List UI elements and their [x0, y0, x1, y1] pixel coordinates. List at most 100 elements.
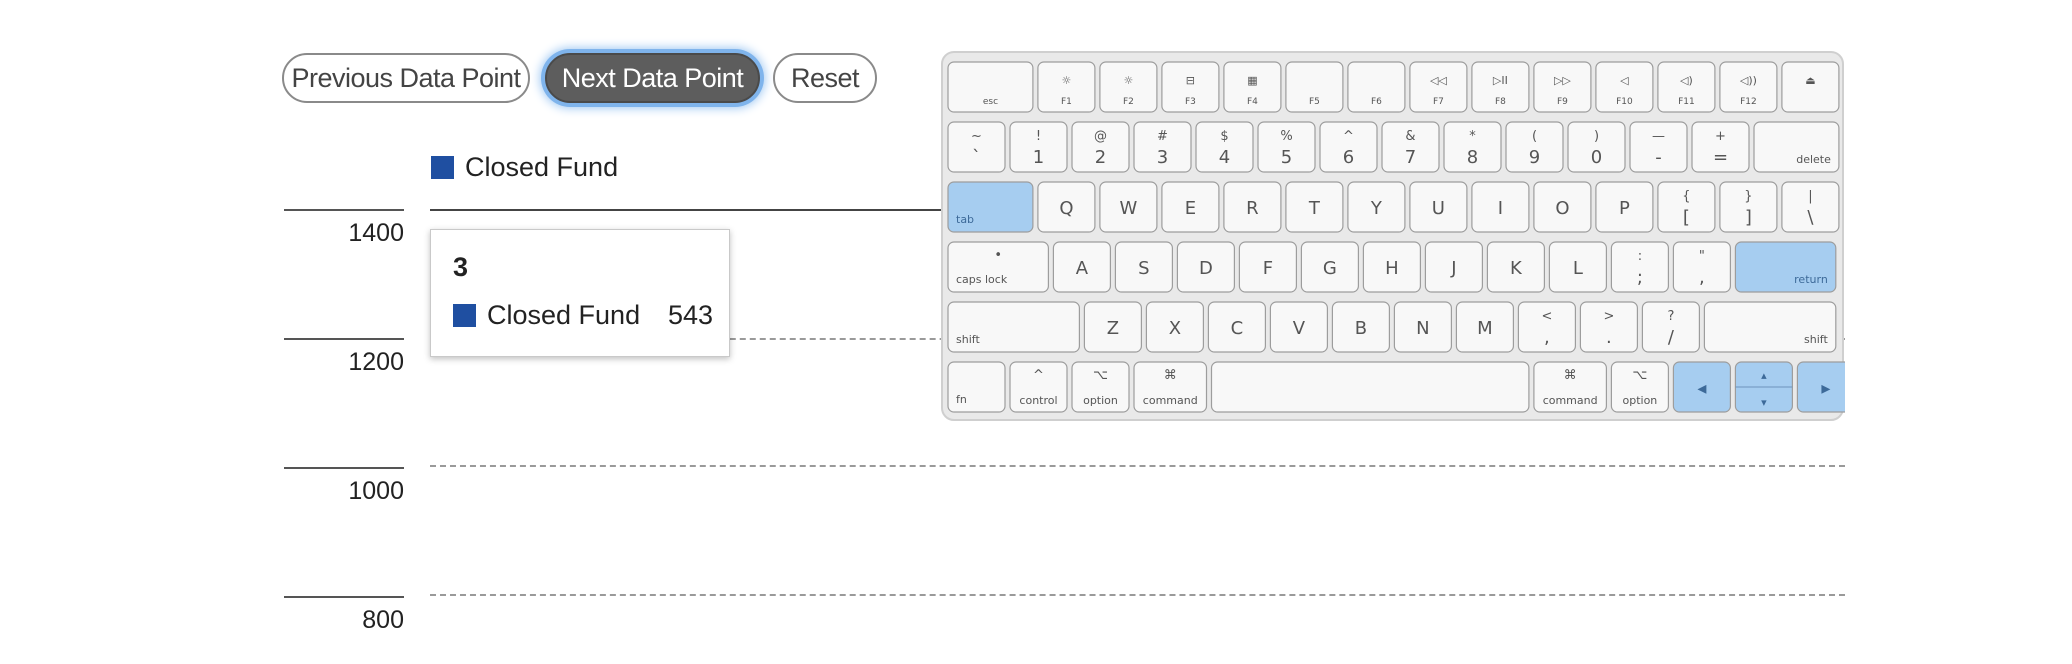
key-label: \ [1807, 207, 1814, 228]
key-label: return [1794, 273, 1828, 286]
key-symbol: ◁ [1620, 74, 1629, 87]
key-label: command [1143, 394, 1198, 407]
keyboard-key: R [1223, 181, 1282, 233]
keyboard-key: ⌘ command [1133, 361, 1208, 413]
keyboard-key: ▦ F4 [1223, 61, 1282, 113]
key-symbol: & [1405, 129, 1415, 144]
key-symbol: > [1603, 309, 1614, 324]
keyboard-key: Y [1347, 181, 1406, 233]
previous-data-point-button[interactable]: Previous Data Point [282, 53, 530, 103]
tooltip-title: 3 [453, 252, 469, 282]
keyboard-key: U [1409, 181, 1468, 233]
key-symbol: ☼ [1061, 74, 1071, 87]
keyboard-key: ◁ F10 [1595, 61, 1654, 113]
keyboard-key: I [1471, 181, 1530, 233]
key-symbol: # [1157, 129, 1168, 144]
keyboard-key: |\ [1781, 181, 1840, 233]
key-label: X [1169, 318, 1181, 339]
key-label: E [1185, 198, 1196, 219]
keyboard-key: C [1207, 301, 1266, 353]
key-label: F6 [1371, 97, 1382, 107]
key-symbol: ▷▷ [1554, 74, 1571, 87]
key-label: 5 [1281, 147, 1292, 168]
key-symbol: " [1699, 249, 1705, 264]
legend-label: Closed Fund [465, 152, 619, 182]
y-tick [284, 338, 404, 340]
keyboard-key: &7 [1381, 121, 1440, 173]
tooltip-value: 543 [667, 300, 713, 330]
key-label: 2 [1095, 147, 1106, 168]
keyboard-key: ◁)) F12 [1719, 61, 1778, 113]
keyboard-key: ▴▾ [1734, 361, 1794, 413]
keyboard-key: S [1114, 241, 1173, 293]
keyboard-key: W [1099, 181, 1158, 233]
key-label: 0 [1591, 147, 1602, 168]
top-gridline [430, 209, 945, 211]
keyboard-key: ?/ [1641, 301, 1701, 353]
keyboard-key: tab [947, 181, 1034, 233]
keyboard-key: ⊟ F3 [1161, 61, 1220, 113]
keyboard-key: T [1285, 181, 1344, 233]
keyboard-key: ◂ [1672, 361, 1732, 413]
key-symbol: ◁)) [1740, 74, 1757, 87]
keyboard-key: %5 [1257, 121, 1316, 173]
chart-legend: Closed Fund [431, 152, 618, 183]
tooltip-series-label: Closed Fund [487, 300, 641, 330]
y-tick-label: 1000 [348, 477, 404, 505]
gridline [430, 594, 1845, 596]
key-label: F3 [1185, 97, 1196, 107]
key-symbol: < [1541, 309, 1552, 324]
keyboard-key: B [1331, 301, 1390, 353]
keyboard-key: Z [1083, 301, 1142, 353]
keyboard-key: :; [1610, 241, 1670, 293]
key-symbol: ? [1667, 309, 1674, 324]
keyboard-key: ^6 [1319, 121, 1378, 173]
key-label: 3 [1157, 147, 1168, 168]
key-label: delete [1796, 153, 1831, 166]
reset-button[interactable]: Reset [773, 53, 877, 103]
y-tick [284, 209, 404, 211]
key-label: fn [956, 393, 967, 406]
keyboard-key: }] [1719, 181, 1778, 233]
keyboard-key: ◁◁ F7 [1409, 61, 1468, 113]
keyboard-key: ~` [947, 121, 1006, 173]
key-label: 9 [1529, 147, 1540, 168]
key-label: F10 [1616, 97, 1633, 107]
next-data-point-button[interactable]: Next Data Point [545, 53, 760, 103]
y-tick [284, 467, 404, 469]
data-point-tooltip: 3 Closed Fund 543 [430, 229, 730, 357]
keyboard-key [1210, 361, 1530, 413]
key-label: O [1555, 198, 1569, 219]
keyboard-key: ◁) F11 [1657, 61, 1716, 113]
key-label: F2 [1123, 97, 1134, 107]
keyboard-key: !1 [1009, 121, 1068, 173]
keyboard-key: *8 [1443, 121, 1502, 173]
key-label: S [1138, 258, 1149, 279]
keyboard-key: >. [1579, 301, 1639, 353]
tooltip-swatch [453, 304, 476, 327]
key-symbol: ! [1036, 129, 1041, 144]
key-symbol: ◁◁ [1430, 74, 1447, 87]
key-label: tab [956, 213, 974, 226]
key-symbol: ⌘ [1564, 368, 1577, 383]
key-symbol: ~ [971, 129, 982, 144]
keyboard-key: {[ [1657, 181, 1716, 233]
key-label: = [1713, 147, 1728, 168]
key-label: ◂ [1697, 378, 1706, 399]
key-label: F9 [1557, 97, 1568, 107]
keyboard-key: Q [1037, 181, 1096, 233]
key-label: L [1573, 258, 1583, 279]
key-symbol: ⌥ [1093, 368, 1108, 383]
keyboard-key: X [1145, 301, 1204, 353]
keyboard-key: ⌥ option [1610, 361, 1670, 413]
arrow-up-icon: ▴ [1761, 369, 1767, 382]
keyboard-key: ^ control [1009, 361, 1068, 413]
key-label: 4 [1219, 147, 1230, 168]
key-label: Q [1059, 198, 1073, 219]
keyboard-key: —- [1629, 121, 1688, 173]
key-symbol: : [1638, 249, 1642, 264]
key-symbol: + [1715, 129, 1726, 144]
key-label: ] [1745, 207, 1752, 228]
keyboard-key: += [1691, 121, 1750, 173]
keyboard-key: M [1455, 301, 1515, 353]
